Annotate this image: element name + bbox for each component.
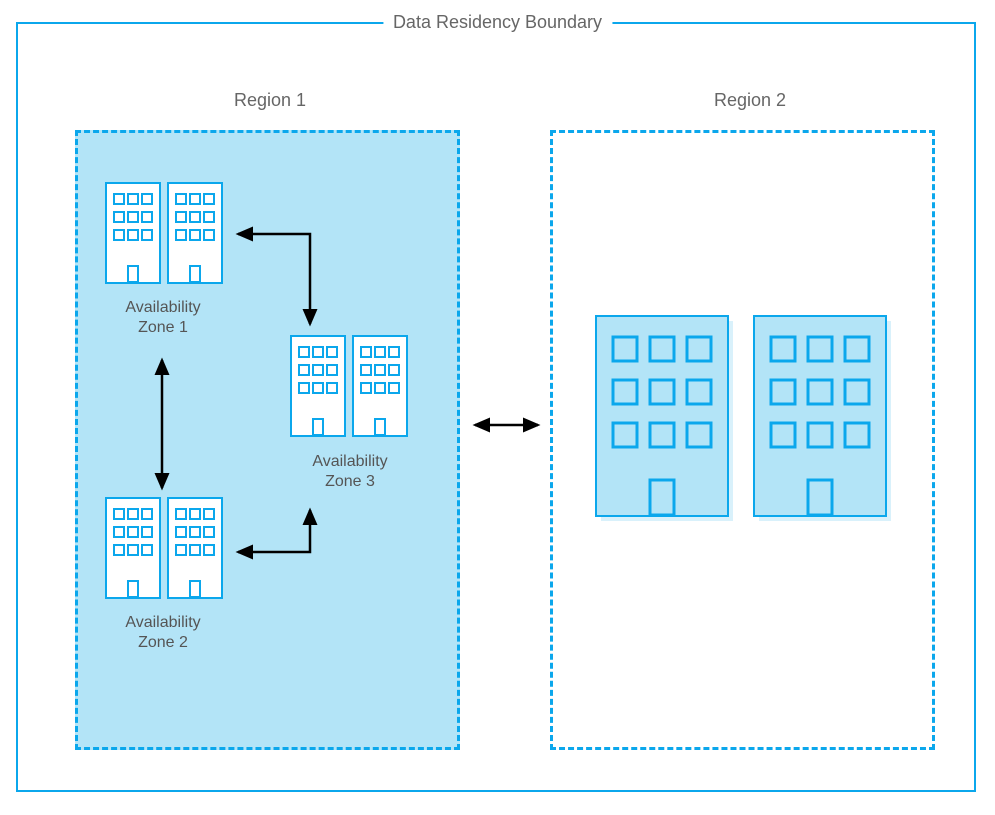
diagram-stage: Data Residency Boundary Region 1 Region … bbox=[0, 0, 995, 815]
arrow-az1-az3-icon bbox=[238, 234, 310, 324]
arrow-az2-az3-icon bbox=[238, 510, 310, 552]
arrows-overlay-icon bbox=[0, 0, 995, 815]
